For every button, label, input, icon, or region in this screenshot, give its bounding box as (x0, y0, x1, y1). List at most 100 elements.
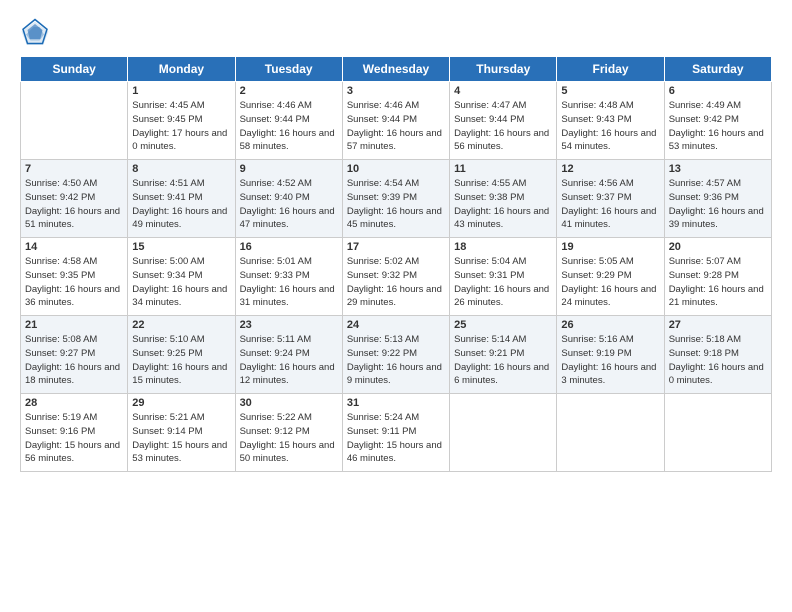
day-info: Sunrise: 5:10 AMSunset: 9:25 PMDaylight:… (132, 333, 230, 388)
day-number: 7 (25, 163, 123, 175)
day-number: 17 (347, 241, 445, 253)
page-container: SundayMondayTuesdayWednesdayThursdayFrid… (0, 0, 792, 612)
day-number: 20 (669, 241, 767, 253)
cell-3-6: 27Sunrise: 5:18 AMSunset: 9:18 PMDayligh… (664, 316, 771, 394)
day-info: Sunrise: 5:11 AMSunset: 9:24 PMDaylight:… (240, 333, 338, 388)
week-row-4: 28 Sunrise: 5:19 AMSunset: 9:16 PMDayligh… (21, 394, 772, 472)
day-info: Sunrise: 4:46 AMSunset: 9:44 PMDaylight:… (347, 99, 445, 154)
day-info: Sunrise: 4:46 AMSunset: 9:44 PMDaylight:… (240, 99, 338, 154)
day-info: Sunrise: 4:55 AMSunset: 9:38 PMDaylight:… (454, 177, 552, 232)
day-number: 11 (454, 163, 552, 175)
cell-2-4: 18 Sunrise: 5:04 AMSunset: 9:31 PMDayligh… (450, 238, 557, 316)
cell-1-3: 10 Sunrise: 4:54 AMSunset: 9:39 PMDayligh… (342, 160, 449, 238)
cell-2-2: 16Sunrise: 5:01 AMSunset: 9:33 PMDayligh… (235, 238, 342, 316)
cell-1-6: 13 Sunrise: 4:57 AMSunset: 9:36 PMDayligh… (664, 160, 771, 238)
day-number: 28 (25, 397, 123, 409)
cell-3-1: 22 Sunrise: 5:10 AMSunset: 9:25 PMDayligh… (128, 316, 235, 394)
day-number: 23 (240, 319, 338, 331)
cell-4-4 (450, 394, 557, 472)
week-row-3: 21 Sunrise: 5:08 AMSunset: 9:27 PMDayligh… (21, 316, 772, 394)
day-info: Sunrise: 4:51 AMSunset: 9:41 PMDaylight:… (132, 177, 230, 232)
cell-4-6 (664, 394, 771, 472)
calendar-body: 1Sunrise: 4:45 AMSunset: 9:45 PMDaylight… (21, 82, 772, 472)
column-header-friday: Friday (557, 57, 664, 82)
day-info: Sunrise: 5:04 AMSunset: 9:31 PMDaylight:… (454, 255, 552, 310)
cell-0-5: 5 Sunrise: 4:48 AMSunset: 9:43 PMDaylight… (557, 82, 664, 160)
day-number: 12 (561, 163, 659, 175)
calendar-table: SundayMondayTuesdayWednesdayThursdayFrid… (20, 56, 772, 472)
day-info: Sunrise: 5:07 AMSunset: 9:28 PMDaylight:… (669, 255, 767, 310)
cell-3-4: 25 Sunrise: 5:14 AMSunset: 9:21 PMDayligh… (450, 316, 557, 394)
day-info: Sunrise: 5:08 AMSunset: 9:27 PMDaylight:… (25, 333, 123, 388)
cell-4-1: 29 Sunrise: 5:21 AMSunset: 9:14 PMDayligh… (128, 394, 235, 472)
column-header-tuesday: Tuesday (235, 57, 342, 82)
cell-0-6: 6 Sunrise: 4:49 AMSunset: 9:42 PMDaylight… (664, 82, 771, 160)
day-number: 5 (561, 85, 659, 97)
day-number: 21 (25, 319, 123, 331)
day-info: Sunrise: 5:02 AMSunset: 9:32 PMDaylight:… (347, 255, 445, 310)
column-header-wednesday: Wednesday (342, 57, 449, 82)
cell-3-2: 23 Sunrise: 5:11 AMSunset: 9:24 PMDayligh… (235, 316, 342, 394)
day-number: 6 (669, 85, 767, 97)
cell-1-2: 9 Sunrise: 4:52 AMSunset: 9:40 PMDaylight… (235, 160, 342, 238)
cell-0-4: 4Sunrise: 4:47 AMSunset: 9:44 PMDaylight… (450, 82, 557, 160)
cell-3-3: 24Sunrise: 5:13 AMSunset: 9:22 PMDayligh… (342, 316, 449, 394)
cell-0-3: 3 Sunrise: 4:46 AMSunset: 9:44 PMDaylight… (342, 82, 449, 160)
day-info: Sunrise: 4:58 AMSunset: 9:35 PMDaylight:… (25, 255, 123, 310)
day-info: Sunrise: 4:47 AMSunset: 9:44 PMDaylight:… (454, 99, 552, 154)
calendar-header: SundayMondayTuesdayWednesdayThursdayFrid… (21, 57, 772, 82)
cell-3-0: 21 Sunrise: 5:08 AMSunset: 9:27 PMDayligh… (21, 316, 128, 394)
week-row-0: 1Sunrise: 4:45 AMSunset: 9:45 PMDaylight… (21, 82, 772, 160)
day-number: 29 (132, 397, 230, 409)
day-info: Sunrise: 4:52 AMSunset: 9:40 PMDaylight:… (240, 177, 338, 232)
cell-4-3: 31 Sunrise: 5:24 AMSunset: 9:11 PMDayligh… (342, 394, 449, 472)
day-number: 26 (561, 319, 659, 331)
logo (20, 18, 56, 48)
cell-1-5: 12Sunrise: 4:56 AMSunset: 9:37 PMDayligh… (557, 160, 664, 238)
column-header-sunday: Sunday (21, 57, 128, 82)
logo-icon (20, 18, 50, 48)
cell-4-0: 28 Sunrise: 5:19 AMSunset: 9:16 PMDayligh… (21, 394, 128, 472)
day-number: 10 (347, 163, 445, 175)
day-info: Sunrise: 4:57 AMSunset: 9:36 PMDaylight:… (669, 177, 767, 232)
day-info: Sunrise: 5:21 AMSunset: 9:14 PMDaylight:… (132, 411, 230, 466)
day-number: 9 (240, 163, 338, 175)
day-number: 14 (25, 241, 123, 253)
day-number: 16 (240, 241, 338, 253)
day-number: 18 (454, 241, 552, 253)
day-number: 27 (669, 319, 767, 331)
cell-1-4: 11 Sunrise: 4:55 AMSunset: 9:38 PMDayligh… (450, 160, 557, 238)
day-number: 19 (561, 241, 659, 253)
day-info: Sunrise: 5:24 AMSunset: 9:11 PMDaylight:… (347, 411, 445, 466)
column-header-saturday: Saturday (664, 57, 771, 82)
column-header-monday: Monday (128, 57, 235, 82)
cell-4-5 (557, 394, 664, 472)
cell-0-0 (21, 82, 128, 160)
cell-4-2: 30Sunrise: 5:22 AMSunset: 9:12 PMDayligh… (235, 394, 342, 472)
day-info: Sunrise: 4:50 AMSunset: 9:42 PMDaylight:… (25, 177, 123, 232)
day-info: Sunrise: 4:48 AMSunset: 9:43 PMDaylight:… (561, 99, 659, 154)
day-number: 31 (347, 397, 445, 409)
day-info: Sunrise: 5:14 AMSunset: 9:21 PMDaylight:… (454, 333, 552, 388)
header (20, 18, 772, 48)
day-number: 13 (669, 163, 767, 175)
day-info: Sunrise: 5:16 AMSunset: 9:19 PMDaylight:… (561, 333, 659, 388)
day-info: Sunrise: 4:54 AMSunset: 9:39 PMDaylight:… (347, 177, 445, 232)
cell-0-1: 1Sunrise: 4:45 AMSunset: 9:45 PMDaylight… (128, 82, 235, 160)
day-info: Sunrise: 5:19 AMSunset: 9:16 PMDaylight:… (25, 411, 123, 466)
day-number: 24 (347, 319, 445, 331)
day-number: 22 (132, 319, 230, 331)
day-number: 3 (347, 85, 445, 97)
day-info: Sunrise: 5:00 AMSunset: 9:34 PMDaylight:… (132, 255, 230, 310)
week-row-2: 14 Sunrise: 4:58 AMSunset: 9:35 PMDayligh… (21, 238, 772, 316)
cell-1-1: 8 Sunrise: 4:51 AMSunset: 9:41 PMDaylight… (128, 160, 235, 238)
day-number: 25 (454, 319, 552, 331)
day-number: 8 (132, 163, 230, 175)
day-number: 2 (240, 85, 338, 97)
cell-0-2: 2 Sunrise: 4:46 AMSunset: 9:44 PMDaylight… (235, 82, 342, 160)
cell-2-6: 20 Sunrise: 5:07 AMSunset: 9:28 PMDayligh… (664, 238, 771, 316)
week-row-1: 7 Sunrise: 4:50 AMSunset: 9:42 PMDaylight… (21, 160, 772, 238)
day-info: Sunrise: 4:49 AMSunset: 9:42 PMDaylight:… (669, 99, 767, 154)
cell-1-0: 7 Sunrise: 4:50 AMSunset: 9:42 PMDaylight… (21, 160, 128, 238)
cell-2-5: 19Sunrise: 5:05 AMSunset: 9:29 PMDayligh… (557, 238, 664, 316)
